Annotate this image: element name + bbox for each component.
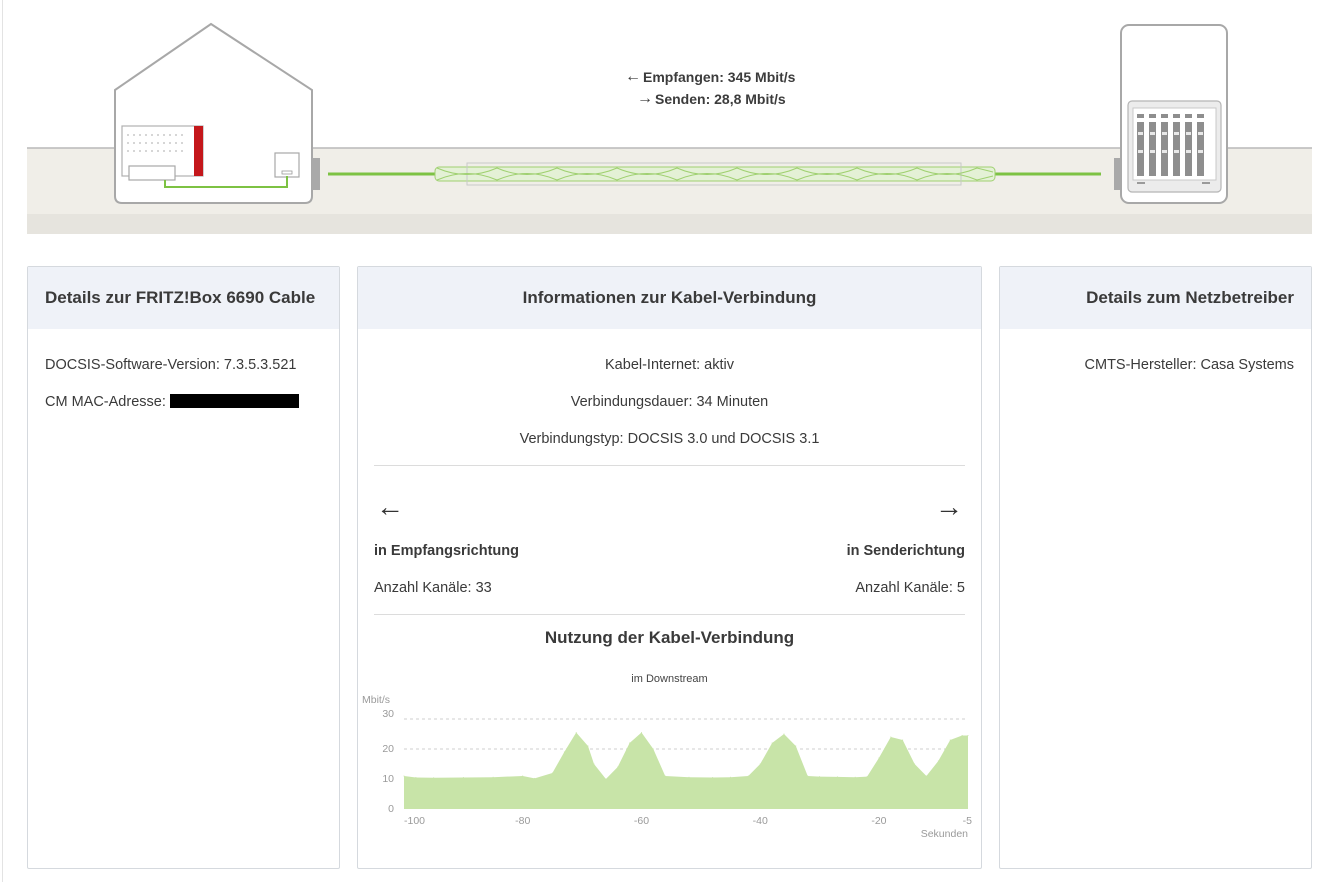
connection-illustration: ← Empfangen: 345 Mbit/s → Senden: 28,8 M… xyxy=(27,0,1312,234)
data-point xyxy=(890,736,892,738)
data-point xyxy=(522,775,524,777)
data-point xyxy=(462,777,464,778)
data-point xyxy=(563,751,565,753)
data-point xyxy=(587,745,589,747)
data-point xyxy=(783,733,785,735)
mac-address-redacted xyxy=(169,394,299,408)
data-point xyxy=(925,775,927,777)
data-point xyxy=(629,742,631,744)
x-axis-unit: Sekunden xyxy=(921,828,968,840)
data-point xyxy=(937,760,939,762)
data-point xyxy=(795,745,797,747)
data-point xyxy=(747,775,749,777)
data-point xyxy=(807,775,809,777)
data-point xyxy=(712,777,714,778)
divider xyxy=(374,614,965,615)
data-point xyxy=(819,776,821,778)
data-point xyxy=(652,748,654,750)
data-point xyxy=(949,739,951,741)
x-tick-label: -40 xyxy=(753,815,768,827)
upstream-channels: Anzahl Kanäle: 5 xyxy=(855,580,965,596)
device-details-card: Details zur FRITZ!Box 6690 Cable DOCSIS-… xyxy=(27,266,340,869)
wall-socket-plate xyxy=(312,158,320,190)
data-point xyxy=(902,739,904,741)
y-tick-label: 30 xyxy=(382,708,394,720)
data-point xyxy=(866,776,868,778)
receive-rate-row: ← Empfangen: 345 Mbit/s xyxy=(625,66,877,88)
mac-address-label: CM MAC-Adresse: xyxy=(45,394,166,410)
connection-diagram xyxy=(27,22,1312,234)
y-axis-unit: Mbit/s xyxy=(362,694,390,706)
send-rate-row: → Senden: 28,8 Mbit/s xyxy=(637,88,877,110)
downstream-label: in Empfangsrichtung xyxy=(374,543,519,559)
router-icon xyxy=(121,125,204,181)
data-point xyxy=(593,763,595,765)
data-point xyxy=(641,732,642,733)
data-point xyxy=(575,732,577,733)
x-tick-label: -20 xyxy=(871,815,886,827)
operator-card-title: Details zum Netzbetreiber xyxy=(1000,267,1311,329)
rate-summary: ← Empfangen: 345 Mbit/s → Senden: 28,8 M… xyxy=(617,66,877,110)
upstream-arrow-icon: → xyxy=(935,491,963,522)
data-point xyxy=(771,742,773,744)
usage-chart-title: Nutzung der Kabel-Verbindung xyxy=(544,628,795,647)
downstream-channels: Anzahl Kanäle: 33 xyxy=(374,580,492,596)
downstream-usage-chart: 0 10 20 30 Mbit/s -100 -80 -60 -40 -20 -5Sekunden xyxy=(362,694,972,840)
data-point xyxy=(914,763,916,765)
usage-chart-subtitle: im Downstream xyxy=(631,673,708,685)
data-point xyxy=(967,735,969,736)
x-tick-label: -80 xyxy=(515,815,530,827)
data-point xyxy=(664,775,666,777)
data-point xyxy=(759,763,761,765)
docsis-version: DOCSIS-Software-Version: 7.3.5.3.521 xyxy=(45,357,297,373)
y-tick-label: 20 xyxy=(382,743,394,755)
cable-status: Kabel-Internet: aktiv xyxy=(605,357,734,373)
page-left-border xyxy=(2,0,3,882)
data-point xyxy=(878,757,880,759)
data-point xyxy=(730,776,731,778)
receive-rate-label: Empfangen: 345 Mbit/s xyxy=(643,69,796,85)
data-point xyxy=(415,777,417,778)
data-point xyxy=(492,776,494,778)
connection-card-title: Informationen zur Kabel-Verbindung xyxy=(358,267,981,329)
send-rate-label: Senden: 28,8 Mbit/s xyxy=(655,91,786,107)
data-point xyxy=(836,776,838,778)
downstream-usage-area xyxy=(404,732,968,809)
divider xyxy=(374,465,965,466)
arrow-right-icon: → xyxy=(637,90,653,107)
connection-info-card: Informationen zur Kabel-Verbindung Kabel… xyxy=(357,266,982,869)
data-point xyxy=(605,778,607,780)
data-point xyxy=(403,775,405,777)
data-point xyxy=(433,777,435,779)
downstream-arrow-icon: ← xyxy=(376,491,404,522)
y-tick-label: 0 xyxy=(388,803,394,815)
cmts-cabinet-icon xyxy=(1120,24,1228,204)
x-tick-label: -100 xyxy=(404,815,425,827)
operator-details-card: Details zum Netzbetreiber CMTS-Herstelle… xyxy=(999,266,1312,869)
arrow-left-icon: ← xyxy=(625,68,641,85)
data-point xyxy=(617,766,619,768)
upstream-label: in Senderichtung xyxy=(846,543,965,559)
y-tick-label: 10 xyxy=(382,773,394,785)
data-point xyxy=(551,772,553,774)
data-point xyxy=(534,777,536,779)
data-point xyxy=(961,735,963,736)
ground-shadow xyxy=(27,214,1312,234)
device-card-title: Details zur FRITZ!Box 6690 Cable xyxy=(28,267,339,329)
connection-type: Verbindungstyp: DOCSIS 3.0 und DOCSIS 3.… xyxy=(519,431,820,447)
cmts-vendor: CMTS-Hersteller: Casa Systems xyxy=(1084,357,1294,373)
x-tick-label: -5 xyxy=(963,815,972,827)
data-point xyxy=(854,776,856,778)
x-tick-label: -60 xyxy=(634,815,649,827)
mac-address-row: CM MAC-Adresse: xyxy=(45,394,299,410)
connection-duration: Verbindungsdauer: 34 Minuten xyxy=(570,394,769,410)
data-point xyxy=(688,776,690,778)
